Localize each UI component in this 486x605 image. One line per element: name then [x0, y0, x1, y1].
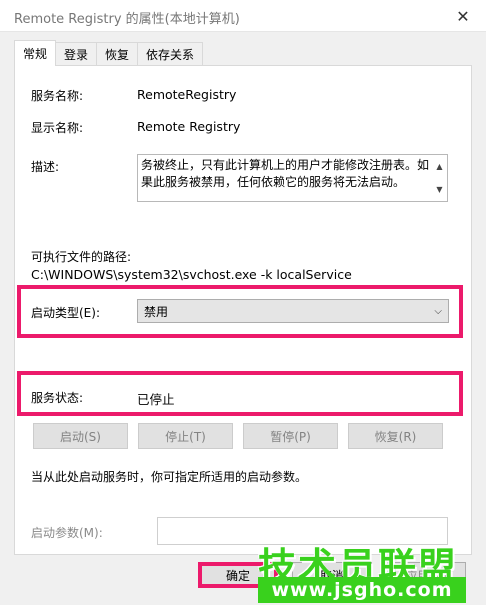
tab-strip: 常规 登录 恢复 依存关系: [14, 40, 204, 66]
start-params-hint: 当从此处启动服务时，你可指定所适用的启动参数。: [31, 470, 308, 484]
title-bar: Remote Registry 的属性(本地计算机) ✕: [0, 0, 486, 32]
description-scrollbar[interactable]: ▲ ▼: [432, 155, 447, 201]
watermark-url: www.jsgho.com: [258, 577, 466, 603]
description-label: 描述:: [31, 160, 60, 174]
description-text: 务被终止，只有此计算机上的用户才能修改注册表。如果此服务被禁用，任何依赖它的服务…: [141, 158, 430, 189]
close-button[interactable]: ✕: [440, 0, 486, 32]
service-name-value: RemoteRegistry: [137, 87, 237, 102]
resume-button[interactable]: 恢复(R): [348, 423, 443, 449]
window-title: Remote Registry 的属性(本地计算机): [14, 12, 240, 27]
tab-recovery[interactable]: 恢复: [96, 42, 139, 66]
display-name-value: Remote Registry: [137, 119, 241, 134]
service-name-label: 服务名称:: [31, 89, 84, 103]
dialog-client-area: 常规 登录 恢复 依存关系 服务名称: RemoteRegistry 显示名称:…: [0, 32, 486, 605]
tab-general[interactable]: 常规: [14, 40, 57, 66]
service-status-highlight: [17, 371, 463, 416]
display-name-label: 显示名称:: [31, 121, 84, 135]
scroll-up-icon[interactable]: ▲: [436, 158, 442, 175]
description-textbox[interactable]: 务被终止，只有此计算机上的用户才能修改注册表。如果此服务被禁用，任何依赖它的服务…: [137, 154, 448, 202]
pause-button[interactable]: 暂停(P): [243, 423, 338, 449]
startup-type-select[interactable]: 禁用 ⌵: [137, 299, 449, 323]
tab-dependencies[interactable]: 依存关系: [137, 42, 204, 66]
stop-button[interactable]: 停止(T): [138, 423, 233, 449]
exe-path-label: 可执行文件的路径:: [31, 250, 132, 264]
tab-logon[interactable]: 登录: [55, 42, 98, 66]
exe-path-value: C:\WINDOWS\system32\svchost.exe -k local…: [31, 267, 352, 282]
service-status-value: 已停止: [137, 392, 175, 407]
scroll-down-icon[interactable]: ▼: [436, 181, 442, 198]
service-status-label: 服务状态:: [31, 391, 84, 405]
close-icon: ✕: [456, 6, 470, 26]
startup-type-label: 启动类型(E):: [31, 306, 100, 320]
startup-type-value: 禁用: [144, 304, 169, 319]
chevron-down-icon: ⌵: [434, 305, 442, 317]
start-params-label: 启动参数(M):: [31, 526, 103, 540]
start-button[interactable]: 启动(S): [33, 423, 128, 449]
general-tab-panel: 服务名称: RemoteRegistry 显示名称: Remote Regist…: [14, 65, 472, 555]
